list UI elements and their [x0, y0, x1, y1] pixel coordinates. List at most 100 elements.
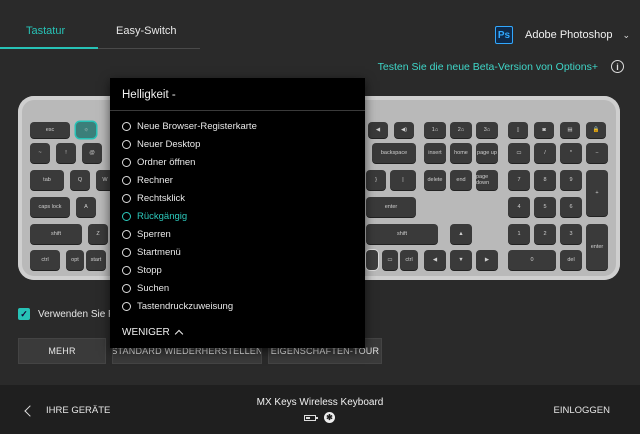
key-num-5[interactable]: 5 [534, 197, 556, 217]
key-brightness-down[interactable]: ☼ [76, 122, 96, 138]
dropdown-item[interactable]: Rechner [122, 175, 173, 186]
key-backslash[interactable]: | [390, 170, 416, 190]
fn-keys-checkbox-row[interactable]: ✓ Verwenden Sie F1 [18, 308, 120, 320]
key-opt[interactable]: opt [66, 250, 84, 270]
key-start[interactable]: start [86, 250, 106, 270]
key-volume-up[interactable]: ◀) [394, 122, 414, 138]
key-num-minus[interactable]: − [586, 143, 608, 163]
key-page-down[interactable]: page down [476, 170, 498, 190]
key-ctrl-left[interactable]: ctrl [30, 250, 60, 270]
show-less-button[interactable]: WENIGER [122, 327, 184, 339]
key-easy-switch-2[interactable]: 2⌂ [450, 122, 472, 138]
radio-icon [122, 302, 131, 311]
key-screenshot[interactable]: ◙ [534, 122, 554, 138]
dropdown-item[interactable]: Suchen [122, 283, 169, 294]
back-label: IHRE GERÄTE [46, 405, 111, 416]
key-num-del[interactable]: del [560, 250, 582, 270]
app-selector[interactable]: Ps Adobe Photoshop ⌄ [494, 26, 630, 44]
action-dropdown: Helligkeit - Neue Browser-Registerkarte … [110, 78, 365, 348]
key-a[interactable]: A [76, 197, 96, 217]
key-tilde[interactable]: ~ [30, 143, 50, 163]
key-end[interactable]: end [450, 170, 472, 190]
radio-icon [122, 158, 131, 167]
key-bracket-close[interactable]: } [366, 170, 386, 190]
key-num-divide[interactable]: / [534, 143, 556, 163]
tab-tastatur[interactable]: Tastatur [26, 25, 65, 37]
key-esc[interactable]: esc [30, 122, 70, 138]
key-num-6[interactable]: 6 [560, 197, 582, 217]
radio-icon [122, 230, 131, 239]
key-calculator[interactable]: ▯ [508, 122, 528, 138]
battery-icon [304, 414, 318, 421]
radio-icon [122, 266, 131, 275]
radio-icon [122, 194, 131, 203]
key-tab[interactable]: tab [30, 170, 64, 190]
radio-icon [122, 284, 131, 293]
key-enter[interactable]: enter [366, 197, 416, 217]
key-arrow-left[interactable]: ◀ [424, 250, 446, 270]
key-arrow-down[interactable]: ▼ [450, 250, 472, 270]
key-home[interactable]: home [450, 143, 472, 163]
key-num-2[interactable]: 2 [534, 224, 556, 244]
key-easy-switch-3[interactable]: 3⌂ [476, 122, 498, 138]
key-lock[interactable]: 🔒 [586, 122, 606, 138]
radio-icon [122, 122, 131, 131]
fn-keys-checkbox[interactable]: ✓ [18, 308, 30, 320]
info-icon[interactable]: i [611, 60, 624, 73]
key-alt-right[interactable] [366, 250, 378, 270]
device-status: ✱ [304, 412, 335, 423]
key-delete[interactable]: delete [424, 170, 446, 190]
radio-icon [122, 140, 131, 149]
device-name: MX Keys Wireless Keyboard [256, 397, 384, 408]
dropdown-item[interactable]: Startmenü [122, 247, 181, 258]
key-1[interactable]: ! [56, 143, 76, 163]
key-numlock[interactable]: ▭ [508, 143, 530, 163]
key-backspace[interactable]: backspace [372, 143, 416, 163]
key-fn[interactable]: ▭ [382, 250, 398, 270]
key-num-3[interactable]: 3 [560, 224, 582, 244]
dropdown-item[interactable]: Ordner öffnen [122, 157, 195, 168]
key-num-plus[interactable]: + [586, 170, 608, 216]
key-ctrl-right[interactable]: ctrl [400, 250, 418, 270]
key-num-4[interactable]: 4 [508, 197, 530, 217]
dropdown-item[interactable]: Neue Browser-Registerkarte [122, 121, 257, 132]
key-2[interactable]: @ [82, 143, 102, 163]
key-num-9[interactable]: 9 [560, 170, 582, 190]
login-button[interactable]: EINLOGGEN [554, 405, 611, 416]
dropdown-item[interactable]: Rechtsklick [122, 193, 185, 204]
key-num-0[interactable]: 0 [508, 250, 556, 270]
tab-active-underline [0, 47, 98, 49]
dropdown-title: Helligkeit - [122, 89, 176, 101]
app-name: Adobe Photoshop [524, 29, 613, 41]
dropdown-item[interactable]: Sperren [122, 229, 171, 240]
key-num-enter[interactable]: enter [586, 224, 608, 270]
key-easy-switch-1[interactable]: 1⌂ [424, 122, 446, 138]
key-context-menu[interactable]: ▤ [560, 122, 580, 138]
more-button[interactable]: MEHR [18, 338, 106, 364]
key-q[interactable]: Q [70, 170, 90, 190]
dropdown-item[interactable]: Neuer Desktop [122, 139, 200, 150]
chevron-up-icon [174, 329, 184, 339]
key-num-1[interactable]: 1 [508, 224, 530, 244]
key-num-7[interactable]: 7 [508, 170, 530, 190]
chevron-down-icon: ⌄ [622, 29, 630, 40]
key-insert[interactable]: insert [424, 143, 446, 163]
key-z[interactable]: Z [88, 224, 108, 244]
radio-icon [122, 248, 131, 257]
dropdown-item[interactable]: Stopp [122, 265, 162, 276]
key-caps-lock[interactable]: caps lock [30, 197, 70, 217]
dropdown-item-selected[interactable]: Rückgängig [122, 211, 187, 222]
key-page-up[interactable]: page up [476, 143, 498, 163]
key-arrow-right[interactable]: ▶ [476, 250, 498, 270]
key-num-mult[interactable]: * [560, 143, 582, 163]
key-arrow-up[interactable]: ▲ [450, 224, 472, 244]
key-num-8[interactable]: 8 [534, 170, 556, 190]
key-shift-left[interactable]: shift [30, 224, 82, 244]
beta-link[interactable]: Testen Sie die neue Beta-Version von Opt… [378, 61, 598, 73]
dropdown-item[interactable]: Tastendruckzuweisung [122, 301, 233, 312]
back-to-devices[interactable]: IHRE GERÄTE [24, 404, 111, 417]
chevron-left-icon [24, 404, 36, 417]
key-shift-right[interactable]: shift [366, 224, 438, 244]
key-volume-down[interactable]: ◀ [368, 122, 388, 138]
tab-easy-switch[interactable]: Easy-Switch [116, 25, 177, 37]
